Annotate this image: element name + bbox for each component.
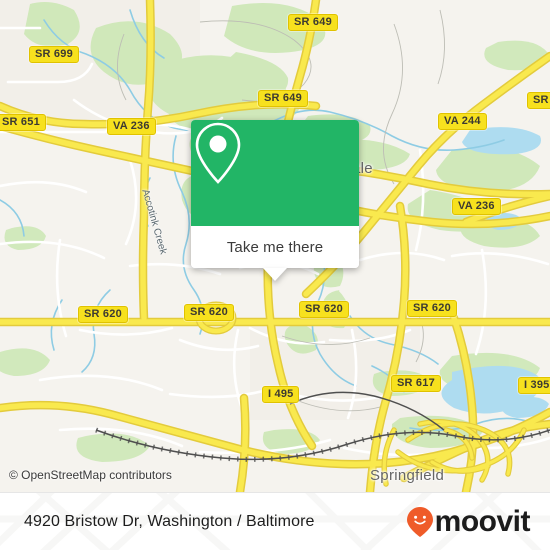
place-label-springfield: Springfield — [370, 467, 445, 484]
road-shield[interactable]: SR 651 — [0, 114, 46, 131]
road-shield[interactable]: I 395 — [518, 377, 550, 394]
map-attribution[interactable]: © OpenStreetMap contributors — [9, 468, 172, 482]
take-me-there-button[interactable]: Take me there — [191, 226, 359, 268]
road-shield[interactable]: SR 620 — [407, 300, 457, 317]
road-shield[interactable]: SR 617 — [391, 375, 441, 392]
road-shield[interactable]: VA 244 — [438, 113, 487, 130]
location-popup-card[interactable]: Take me there — [191, 120, 359, 281]
road-shield[interactable]: SR 620 — [299, 301, 349, 318]
road-shield[interactable]: SR 620 — [78, 306, 128, 323]
moovit-smiley-pin-icon — [406, 507, 433, 537]
address-label: 4920 Bristow Dr, Washington / Baltimore — [24, 513, 315, 530]
road-shield[interactable]: SR 649 — [258, 90, 308, 107]
road-shield[interactable]: VA 236 — [107, 118, 156, 135]
road-shield[interactable]: VA 236 — [452, 198, 501, 215]
moovit-logo[interactable]: moovit — [406, 505, 531, 538]
road-shield[interactable]: I 495 — [262, 386, 300, 403]
moovit-wordmark: moovit — [434, 505, 531, 538]
moovit-map-screenshot: SR 649 SR 699 SR 649 VA 244 SR 651 VA 23… — [0, 0, 550, 550]
road-shield[interactable]: SR 6 — [527, 92, 550, 109]
map-canvas[interactable]: SR 649 SR 699 SR 649 VA 244 SR 651 VA 23… — [0, 0, 550, 492]
road-shield[interactable]: SR 699 — [29, 46, 79, 63]
footer-bar: 4920 Bristow Dr, Washington / Baltimore … — [0, 492, 550, 550]
popup-pointer — [263, 268, 287, 281]
road-shield[interactable]: SR 649 — [288, 14, 338, 31]
map-pin-icon — [195, 122, 241, 184]
popup-pin-panel — [191, 120, 359, 226]
road-shield[interactable]: SR 620 — [184, 304, 234, 321]
